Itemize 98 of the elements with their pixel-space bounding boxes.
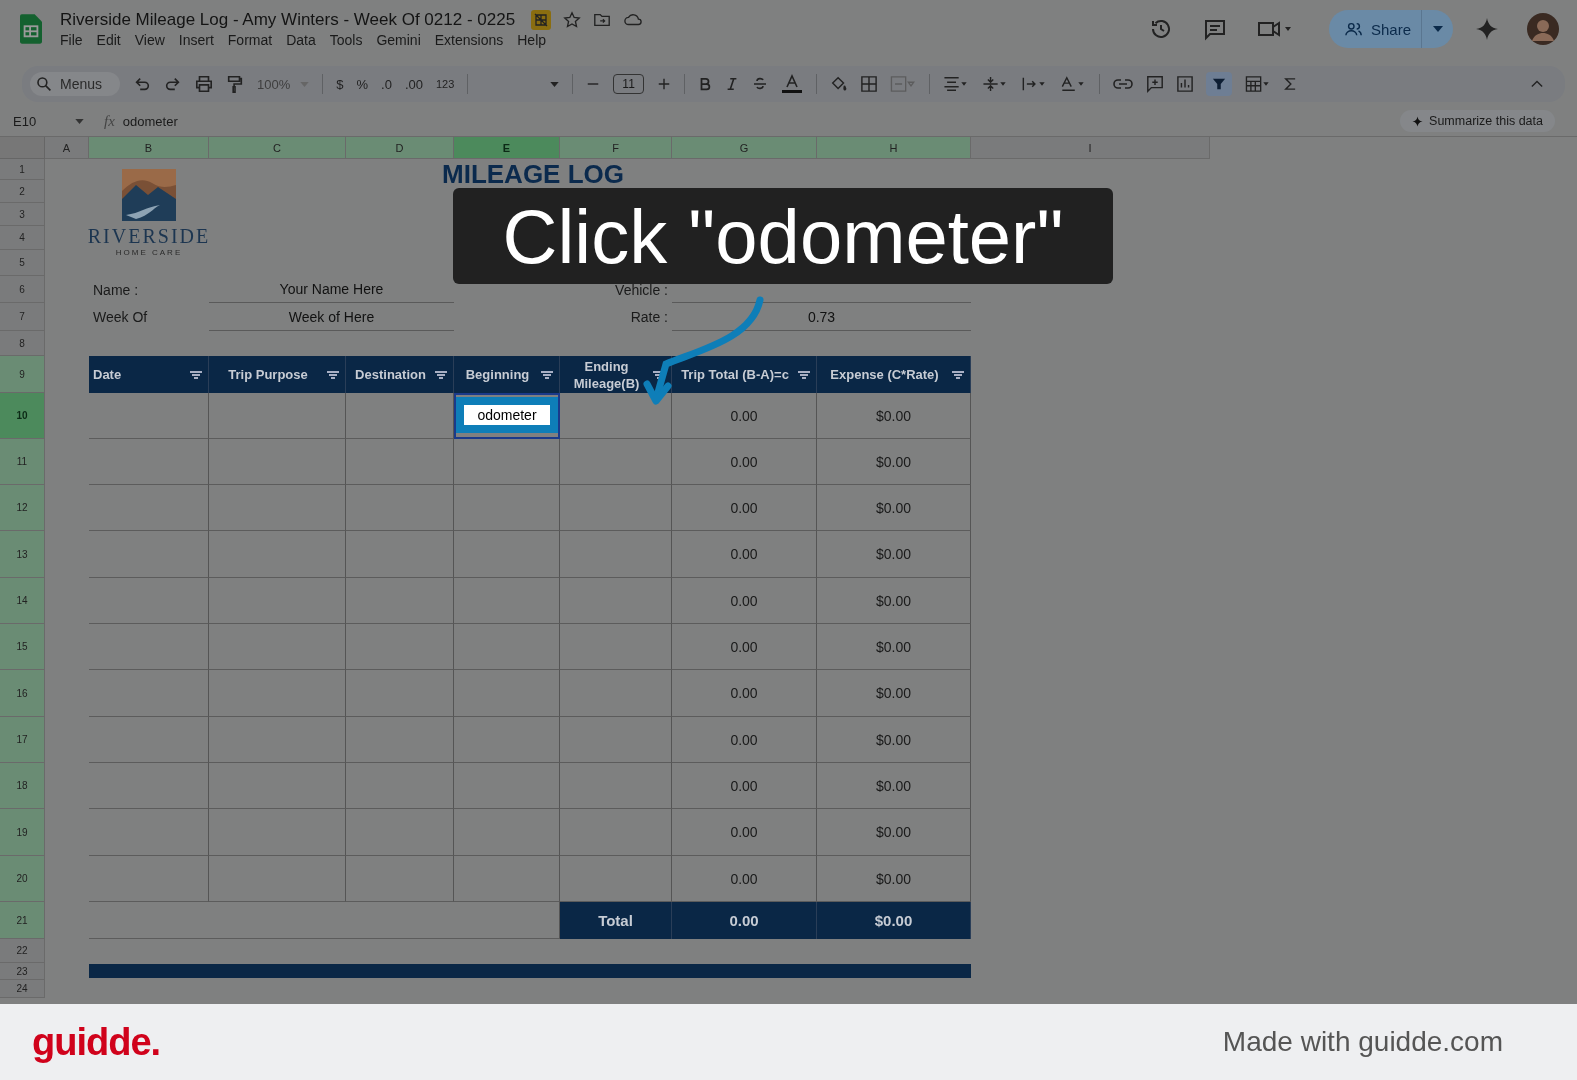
menu-item[interactable]: Edit [96,32,121,48]
formula-label: fx [104,112,115,130]
column-header[interactable]: C [209,137,346,159]
table-cell: $0.00 [817,531,971,578]
column-header[interactable]: H [817,137,971,159]
table-cell: 0.00 [672,531,817,578]
table-cell: 0.00 [672,439,817,485]
menu-item[interactable]: Data [286,32,316,48]
sheet-title: MILEAGE LOG [441,159,625,191]
row-header[interactable]: 2 [0,180,45,203]
row-header[interactable]: 22 [0,939,45,963]
row-header[interactable]: 21 [0,902,45,939]
column-header[interactable]: B [89,137,209,159]
field-value: 0.73 [672,303,971,331]
table-cell: $0.00 [817,485,971,531]
row-header[interactable]: 3 [0,203,45,226]
row-header[interactable]: 18 [0,763,45,809]
table-cell: $0.00 [817,439,971,485]
total-label: Total [560,902,672,939]
column-heading: Ending Mileage(B) [560,356,672,393]
row-header[interactable]: 12 [0,485,45,531]
decrease-decimals[interactable]: .0 [381,76,392,92]
zoom-dropdown[interactable]: 100% [257,76,310,92]
menu-item[interactable]: Extensions [434,32,504,48]
table-cell: 0.00 [672,809,817,856]
row-header[interactable]: 9 [0,356,45,393]
table-cell: $0.00 [817,624,971,670]
table-cell: $0.00 [817,393,971,439]
column-heading: Trip Total (B-A)=c [672,356,817,393]
column-header[interactable]: D [346,137,454,159]
table-cell: $0.00 [817,763,971,809]
menu-item[interactable]: Tools [329,32,363,48]
row-header[interactable]: 23 [0,963,45,980]
column-heading: Expense (C*Rate) [817,356,971,393]
currency-format[interactable]: $ [336,76,344,92]
total-cell: 0.00 [672,902,817,939]
table-cell: 0.00 [672,717,817,763]
row-header[interactable]: 4 [0,226,45,250]
logo-tagline: HOME CARE [115,248,183,257]
more-formats[interactable]: 123 [436,78,455,90]
field-label: Rate : [629,308,669,327]
table-cell: 0.00 [672,393,817,439]
row-header[interactable]: 6 [0,276,45,303]
menu-item[interactable]: View [134,32,165,48]
credit-text: Made with guidde.com [1222,1026,1503,1058]
field-label: Week Of [92,308,149,327]
table-cell: $0.00 [817,717,971,763]
field-value: Your Name Here [209,276,454,303]
row-header[interactable]: 19 [0,809,45,856]
column-heading: Date [89,356,209,393]
menu-item[interactable]: Insert [178,32,214,48]
column-header[interactable]: E [454,137,560,159]
brand-logo: guidde. [32,1020,161,1064]
row-header[interactable]: 17 [0,717,45,763]
document-title[interactable]: Riverside Mileage Log - Amy Winters - Week Of 0212 - 0225 [60,10,516,30]
row-header[interactable]: 14 [0,578,45,624]
row-header[interactable]: 20 [0,856,45,902]
column-header[interactable]: G [672,137,817,159]
menus-search[interactable]: Menus [30,72,121,96]
menu-item[interactable]: Format [227,32,273,48]
percent-format[interactable]: % [356,76,369,92]
menu-item[interactable]: File [60,32,83,48]
field-label: Name : [92,280,140,300]
table-cell: $0.00 [817,670,971,717]
increase-decimals[interactable]: .00 [404,76,423,92]
row-header[interactable]: 15 [0,624,45,670]
row-header[interactable]: 24 [0,980,45,998]
menu-item[interactable]: Help [517,32,547,48]
font-size-field[interactable]: 11 [613,74,644,94]
field-value: Week of Here [209,303,454,331]
column-heading: Trip Purpose [209,356,346,393]
table-cell: 0.00 [672,670,817,717]
table-cell: $0.00 [817,578,971,624]
row-header[interactable]: 13 [0,531,45,578]
column-header[interactable]: A [45,137,89,159]
row-header[interactable]: 8 [0,331,45,356]
column-heading: Beginning [454,356,560,393]
row-header[interactable]: 7 [0,303,45,331]
table-cell: 0.00 [672,578,817,624]
row-header[interactable]: 10 [0,393,45,439]
table-cell: 0.00 [672,624,817,670]
cell-editor[interactable]: odometer [456,397,558,433]
menu-item[interactable]: Gemini [376,32,421,48]
row-header[interactable]: 11 [0,439,45,485]
table-cell: 0.00 [672,763,817,809]
formula-field[interactable]: odometer [122,113,178,129]
total-cell: $0.00 [817,902,971,939]
summarize-button[interactable]: Summarize this data [1400,110,1555,132]
column-header[interactable]: F [560,137,672,159]
row-header[interactable]: 5 [0,250,45,276]
instruction-callout: Click "odometer" [453,188,1113,284]
row-header[interactable]: 16 [0,670,45,717]
logo-name: RIVERSIDE [87,225,211,248]
row-header[interactable]: 1 [0,159,45,180]
table-cell: 0.00 [672,485,817,531]
column-heading: Destination [346,356,454,393]
table-cell: $0.00 [817,809,971,856]
cell-reference[interactable]: E10 [13,113,75,129]
